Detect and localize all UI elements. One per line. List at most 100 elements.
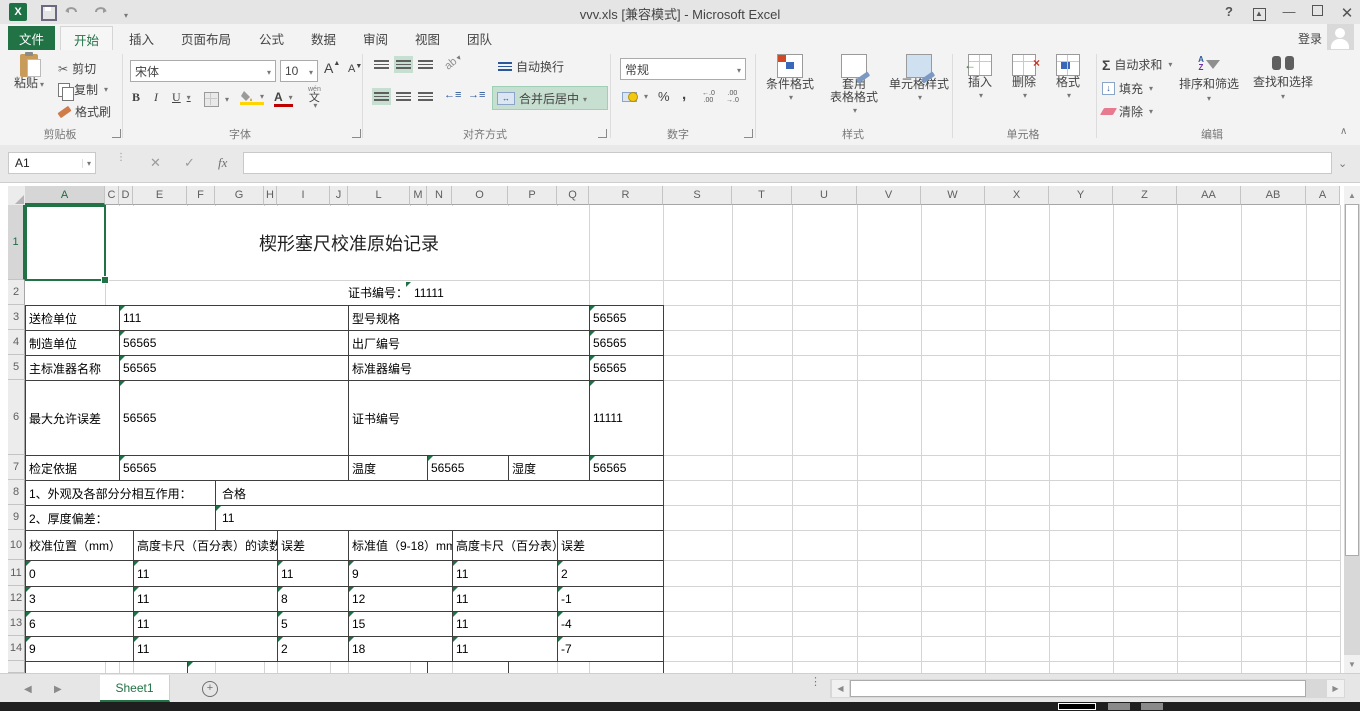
row-header[interactable]: 4 bbox=[8, 330, 25, 355]
cell-r5c4[interactable]: 56565 bbox=[589, 355, 664, 381]
align-middle-icon[interactable] bbox=[394, 56, 413, 73]
copy-button[interactable]: 复制 bbox=[58, 81, 108, 98]
cell-r7c5[interactable]: 湿度 bbox=[508, 455, 590, 481]
redo-icon[interactable] bbox=[92, 3, 108, 20]
cell-r10c3[interactable]: 误差 bbox=[277, 530, 349, 561]
grow-font-icon[interactable]: A▲ bbox=[324, 60, 340, 76]
align-top-icon[interactable] bbox=[372, 56, 391, 73]
column-header[interactable]: P bbox=[508, 186, 557, 205]
formula-bar-splitter[interactable]: ⋮ bbox=[116, 155, 126, 160]
vertical-scrollbar-thumb[interactable] bbox=[1345, 204, 1359, 556]
cell-r13c2[interactable]: 11 bbox=[133, 611, 278, 637]
restore-icon[interactable] bbox=[1306, 4, 1328, 19]
italic-button[interactable]: I bbox=[154, 90, 158, 105]
column-header[interactable]: W bbox=[921, 186, 985, 205]
align-left-icon[interactable] bbox=[372, 88, 391, 105]
cell-r3c2[interactable]: 111 bbox=[119, 305, 349, 331]
borders-button[interactable] bbox=[204, 92, 229, 107]
row-header[interactable]: 12 bbox=[8, 586, 25, 611]
tab-insert[interactable]: 插入 bbox=[116, 26, 167, 50]
font-color-button[interactable]: A bbox=[274, 90, 293, 107]
find-select-button[interactable]: 查找和选择 bbox=[1248, 56, 1318, 103]
save-icon[interactable] bbox=[41, 5, 57, 21]
column-header[interactable]: Z bbox=[1113, 186, 1177, 205]
next-sheet-icon[interactable]: ▶ bbox=[54, 684, 62, 695]
wrap-text-button[interactable]: 自动换行 bbox=[498, 58, 564, 75]
row-header[interactable]: 9 bbox=[8, 505, 25, 530]
cell-title[interactable]: 楔形塞尺校准原始记录 bbox=[105, 205, 590, 280]
scroll-right-icon[interactable]: ▶ bbox=[1327, 680, 1344, 697]
alignment-dialog-launcher[interactable] bbox=[598, 129, 607, 138]
clipboard-dialog-launcher[interactable] bbox=[112, 129, 121, 138]
column-header[interactable]: G bbox=[215, 186, 264, 205]
tab-review[interactable]: 审阅 bbox=[350, 26, 401, 50]
cell-r11c4[interactable]: 9 bbox=[348, 560, 453, 587]
phonetic-button[interactable]: wén文 bbox=[308, 86, 321, 110]
cell-r11c6[interactable]: 2 bbox=[557, 560, 664, 587]
cell-r8c2[interactable]: 合格 bbox=[215, 480, 664, 506]
new-sheet-icon[interactable]: + bbox=[202, 681, 218, 697]
cell-r3c3[interactable]: 型号规格 bbox=[348, 305, 590, 331]
cell-r11c1[interactable]: 0 bbox=[25, 560, 134, 587]
cell-r14c1[interactable]: 9 bbox=[25, 636, 134, 662]
cell-r12c4[interactable]: 12 bbox=[348, 586, 453, 612]
cell-r7c3[interactable]: 温度 bbox=[348, 455, 428, 481]
bold-button[interactable]: B bbox=[132, 90, 140, 105]
underline-button[interactable]: U bbox=[172, 90, 191, 105]
view-page-layout-icon[interactable] bbox=[1108, 703, 1130, 710]
align-bottom-icon[interactable] bbox=[416, 56, 435, 73]
clear-button[interactable]: 清除 bbox=[1102, 103, 1153, 120]
comma-button[interactable]: , bbox=[682, 86, 686, 103]
row-header[interactable]: 10 bbox=[8, 530, 25, 560]
row-header[interactable] bbox=[8, 661, 25, 673]
decrease-indent-icon[interactable]: ←≡ bbox=[444, 89, 461, 101]
tab-scrollbar-splitter[interactable]: ⋮ bbox=[810, 680, 821, 685]
cell-r9c1[interactable]: 2、厚度偏差： bbox=[25, 505, 216, 531]
row-header[interactable]: 13 bbox=[8, 611, 25, 636]
cell-r7c2[interactable]: 56565 bbox=[119, 455, 349, 481]
cell-r8c1[interactable]: 1、外观及各部分分相互作用： bbox=[25, 480, 216, 506]
column-header[interactable]: I bbox=[277, 186, 330, 205]
align-center-icon[interactable] bbox=[394, 88, 413, 105]
cell-r10c5[interactable]: 高度卡尺（百分表） bbox=[452, 530, 558, 561]
cell-r13c4[interactable]: 15 bbox=[348, 611, 453, 637]
increase-decimal-icon[interactable]: ←.0.00 bbox=[702, 90, 715, 104]
scroll-down-icon[interactable]: ▼ bbox=[1344, 655, 1360, 673]
tab-file[interactable]: 文件 bbox=[8, 26, 55, 50]
cell-r3c1[interactable]: 送检单位 bbox=[25, 305, 120, 331]
row-header[interactable]: 14 bbox=[8, 636, 25, 661]
select-all-corner[interactable] bbox=[8, 186, 26, 206]
row-header[interactable]: 2 bbox=[8, 280, 25, 305]
column-header[interactable]: H bbox=[264, 186, 277, 205]
cell-r6c4[interactable]: 11111 bbox=[589, 380, 664, 456]
column-header[interactable]: M bbox=[410, 186, 427, 205]
column-header[interactable]: T bbox=[732, 186, 792, 205]
cell-r11c3[interactable]: 11 bbox=[277, 560, 349, 587]
cell-r6c1[interactable]: 最大允许误差 bbox=[25, 380, 120, 456]
format-painter-button[interactable]: 格式刷 bbox=[58, 103, 111, 120]
column-header[interactable]: X bbox=[985, 186, 1049, 205]
cell-r4c1[interactable]: 制造单位 bbox=[25, 330, 120, 356]
number-dialog-launcher[interactable] bbox=[744, 129, 753, 138]
column-header[interactable]: Y bbox=[1049, 186, 1113, 205]
column-header[interactable]: C bbox=[105, 186, 119, 205]
tab-formulas[interactable]: 公式 bbox=[246, 26, 297, 50]
cell-r7c6[interactable]: 56565 bbox=[589, 455, 664, 481]
cell-r12c2[interactable]: 11 bbox=[133, 586, 278, 612]
sheet-tab-sheet1[interactable]: Sheet1 bbox=[100, 675, 170, 702]
cell-r14c2[interactable]: 11 bbox=[133, 636, 278, 662]
row-header[interactable]: 8 bbox=[8, 480, 25, 505]
cell-r14c3[interactable]: 2 bbox=[277, 636, 349, 662]
cell-r4c3[interactable]: 出厂编号 bbox=[348, 330, 590, 356]
tab-home[interactable]: 开始 bbox=[60, 26, 113, 51]
sort-filter-button[interactable]: AZ 排序和筛选 bbox=[1176, 56, 1242, 105]
cell-r6c2[interactable]: 56565 bbox=[119, 380, 349, 456]
column-header[interactable]: AA bbox=[1177, 186, 1241, 205]
view-normal-icon[interactable] bbox=[1058, 703, 1096, 710]
cell-styles-button[interactable]: 单元格样式 bbox=[888, 54, 950, 104]
insert-function-icon[interactable]: fx bbox=[218, 155, 227, 171]
column-header[interactable]: AB bbox=[1241, 186, 1306, 205]
cell-r4c4[interactable]: 56565 bbox=[589, 330, 664, 356]
tab-page-layout[interactable]: 页面布局 bbox=[168, 26, 244, 50]
column-header[interactable]: O bbox=[452, 186, 508, 205]
